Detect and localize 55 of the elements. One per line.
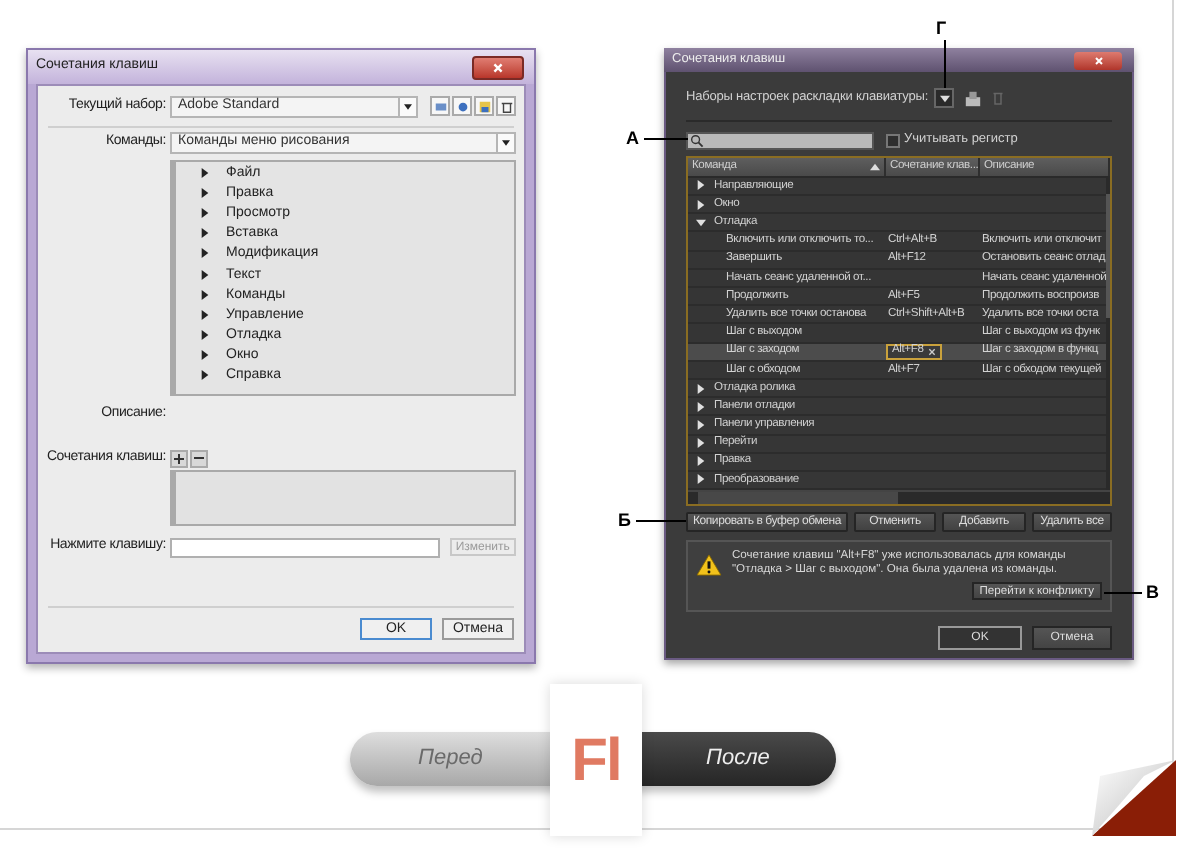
app-logo: Fl xyxy=(550,684,642,836)
trash-icon xyxy=(499,99,513,113)
dropdown-arrow-icon xyxy=(398,97,416,115)
expand-arrow-icon[interactable] xyxy=(200,309,210,320)
close-button[interactable] xyxy=(1074,51,1122,69)
plus-icon xyxy=(174,453,184,463)
close-icon xyxy=(492,61,504,73)
expand-arrow-icon[interactable] xyxy=(696,419,706,430)
scrollbar[interactable] xyxy=(688,490,1110,504)
callout-letter: А xyxy=(626,126,639,152)
expand-arrow-icon[interactable] xyxy=(200,248,210,259)
expand-arrow-icon[interactable] xyxy=(200,187,210,198)
expand-arrow-icon[interactable] xyxy=(696,474,706,485)
expand-arrow-icon[interactable] xyxy=(200,350,210,361)
expand-arrow-icon[interactable] xyxy=(200,330,210,341)
expand-arrow-icon[interactable] xyxy=(200,207,210,218)
expand-arrow-icon[interactable] xyxy=(200,167,210,178)
close-button[interactable] xyxy=(472,55,524,79)
clear-icon[interactable] xyxy=(927,347,936,356)
leader-line xyxy=(644,138,688,140)
minus-icon xyxy=(194,456,204,460)
expand-arrow-icon[interactable] xyxy=(696,180,706,191)
sort-icon xyxy=(870,161,880,172)
warning-icon xyxy=(696,554,722,576)
scrollbar[interactable] xyxy=(1106,177,1110,491)
key-input[interactable] xyxy=(170,537,440,557)
expand-arrow-icon[interactable] xyxy=(200,289,210,300)
expand-arrow-icon[interactable] xyxy=(696,199,706,210)
toolbar-button[interactable] xyxy=(474,96,494,116)
expand-arrow-icon[interactable] xyxy=(696,438,706,449)
dropdown-arrow-icon xyxy=(496,134,514,152)
search-icon xyxy=(690,133,704,147)
expand-arrow-icon[interactable] xyxy=(696,383,706,394)
dropdown-arrow-icon xyxy=(939,93,950,103)
info-icon xyxy=(455,99,469,113)
expand-arrow-icon[interactable] xyxy=(200,228,210,239)
leader-line xyxy=(636,520,686,522)
callout-letter: Г xyxy=(936,16,947,42)
search-field[interactable] xyxy=(686,131,874,149)
toolbar-button[interactable] xyxy=(496,96,516,116)
callout-letter: В xyxy=(1146,580,1159,606)
expand-arrow-icon[interactable] xyxy=(696,456,706,467)
close-icon xyxy=(1093,55,1103,65)
expand-arrow-icon[interactable] xyxy=(200,370,210,381)
leader-line xyxy=(1104,592,1142,594)
expand-arrow-icon[interactable] xyxy=(200,269,210,280)
leader-line xyxy=(944,40,946,88)
checkbox[interactable] xyxy=(886,133,900,147)
remove-button[interactable] xyxy=(190,449,208,467)
add-button[interactable] xyxy=(170,449,188,467)
expand-arrow-icon[interactable] xyxy=(696,401,706,412)
dropdown[interactable] xyxy=(934,88,955,108)
expand-arrow-icon[interactable] xyxy=(696,217,706,228)
toolbar-button[interactable] xyxy=(452,96,472,116)
callout-letter: Б xyxy=(618,508,631,534)
